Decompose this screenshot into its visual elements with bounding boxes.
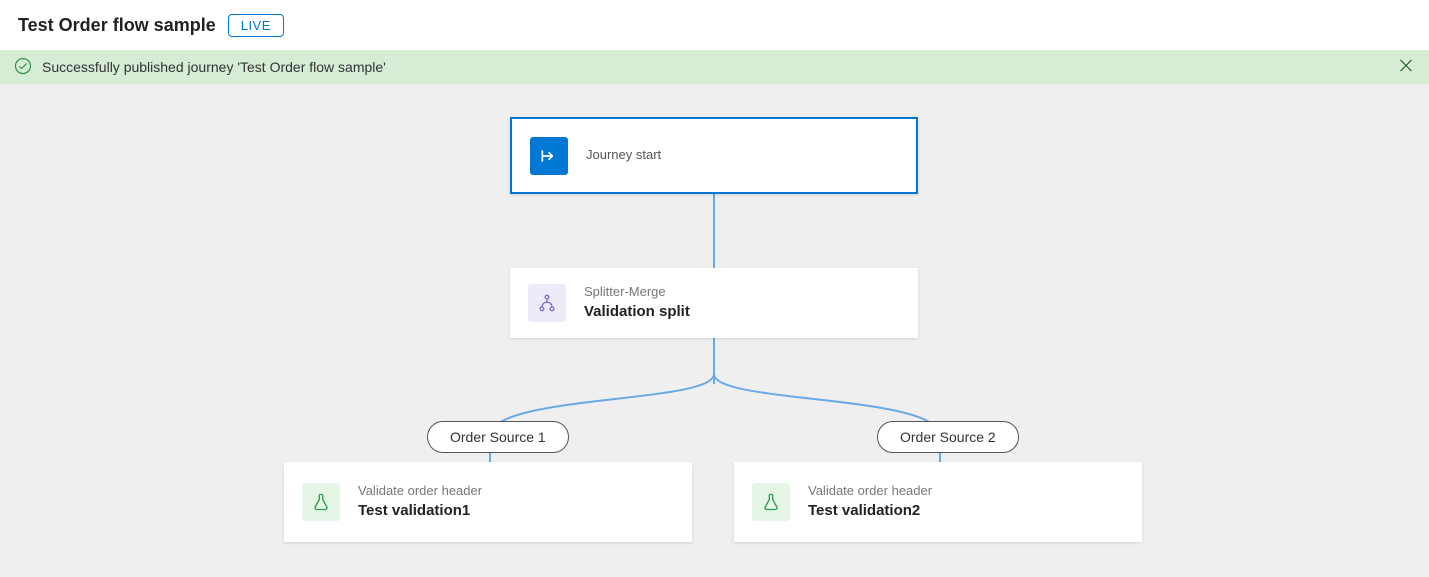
branch1-node[interactable]: Validate order header Test validation1 [284, 462, 692, 542]
flow-canvas[interactable]: Journey start Splitter-Merge Validation … [0, 84, 1429, 577]
page-header: Test Order flow sample LIVE [0, 0, 1429, 50]
split-type-label: Splitter-Merge [584, 284, 690, 301]
split-node[interactable]: Splitter-Merge Validation split [510, 268, 918, 338]
split-name-label: Validation split [584, 301, 690, 322]
close-icon[interactable] [1397, 57, 1415, 78]
branch2-node[interactable]: Validate order header Test validation2 [734, 462, 1142, 542]
check-circle-icon [14, 57, 32, 78]
journey-start-node[interactable]: Journey start [510, 117, 918, 194]
branch-pill-1[interactable]: Order Source 1 [427, 421, 569, 453]
branch1-name-label: Test validation1 [358, 500, 482, 521]
journey-title: Test Order flow sample [18, 15, 216, 36]
start-icon [530, 137, 568, 175]
flask-icon [302, 483, 340, 521]
branch1-type-label: Validate order header [358, 483, 482, 500]
branch-icon [528, 284, 566, 322]
start-label: Journey start [586, 147, 661, 164]
alert-message: Successfully published journey 'Test Ord… [42, 59, 386, 75]
branch2-type-label: Validate order header [808, 483, 932, 500]
branch-pill-2[interactable]: Order Source 2 [877, 421, 1019, 453]
branch2-name-label: Test validation2 [808, 500, 932, 521]
status-badge: LIVE [228, 14, 284, 37]
flask-icon [752, 483, 790, 521]
success-alert: Successfully published journey 'Test Ord… [0, 50, 1429, 84]
